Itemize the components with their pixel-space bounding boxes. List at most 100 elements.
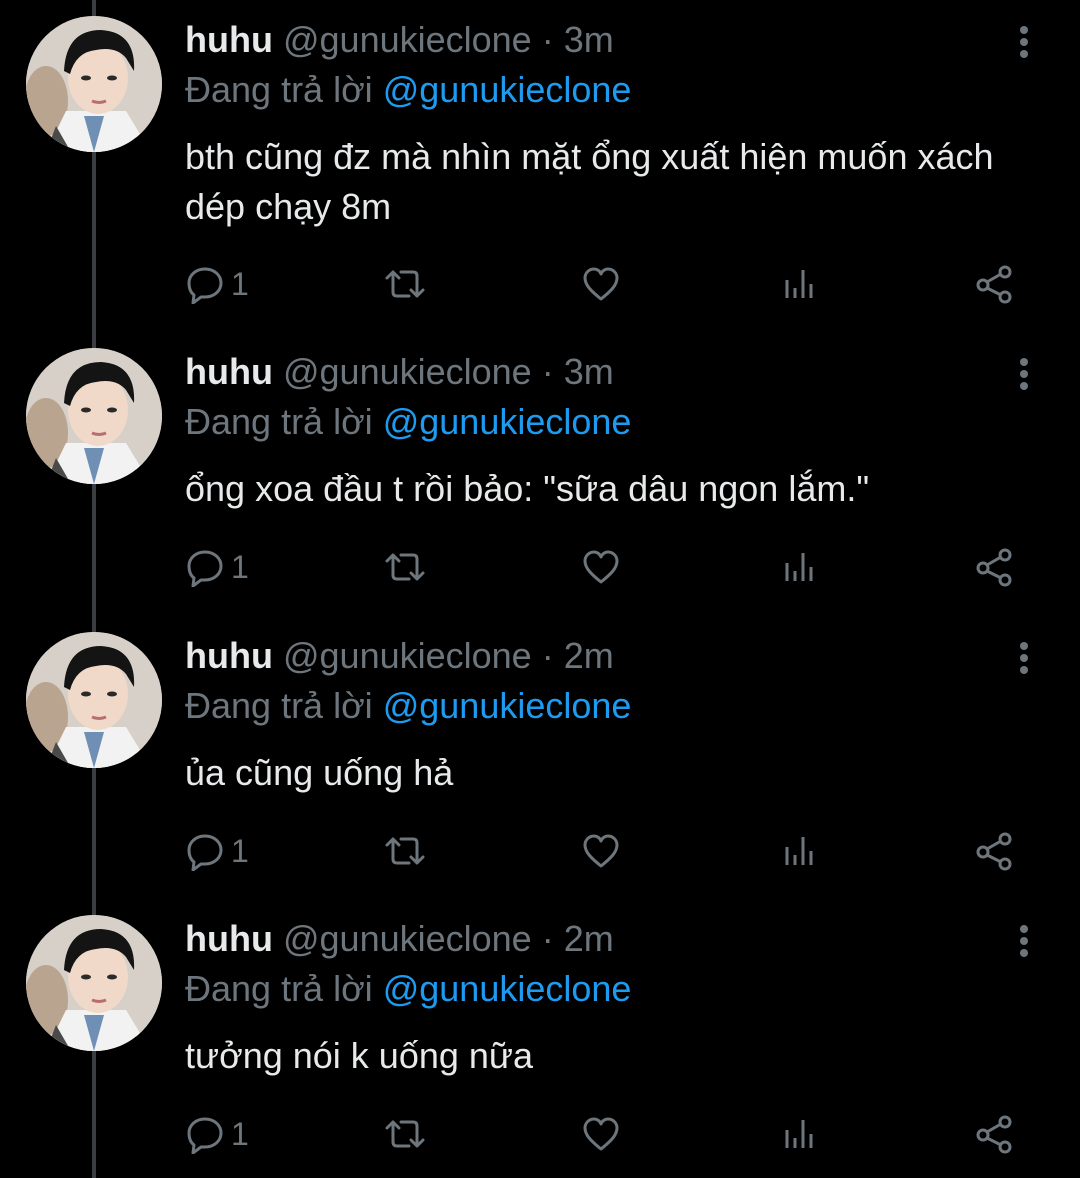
tweet-text: ổng xoa đầu t rồi bảo: "sữa dâu ngon lắm… bbox=[185, 468, 870, 509]
reply-button[interactable]: 1 bbox=[185, 829, 249, 873]
separator-dot: · bbox=[541, 351, 554, 392]
avatar-image bbox=[26, 348, 162, 484]
more-options-icon bbox=[1020, 642, 1028, 674]
avatar-image bbox=[26, 16, 162, 152]
timestamp[interactable]: 3m bbox=[564, 351, 614, 392]
replying-to-label: Đang trả lời bbox=[185, 968, 373, 1009]
replying-to: Đang trả lời @gunukieclone bbox=[185, 68, 631, 112]
tweet-header: huhu @gunukieclone · 2m bbox=[185, 634, 614, 678]
reply-count: 1 bbox=[231, 833, 249, 869]
tweet-header: huhu @gunukieclone · 2m bbox=[185, 917, 614, 961]
more-options-icon bbox=[1020, 358, 1028, 390]
tweet-text: ủa cũng uống hả bbox=[185, 752, 454, 793]
analytics-icon bbox=[785, 270, 813, 298]
user-handle[interactable]: @gunukieclone bbox=[283, 19, 532, 60]
analytics-button[interactable] bbox=[779, 545, 819, 589]
reply-button[interactable]: 1 bbox=[185, 262, 249, 306]
like-button[interactable] bbox=[581, 1112, 621, 1156]
more-options-icon bbox=[1020, 26, 1028, 58]
replying-to-label: Đang trả lời bbox=[185, 69, 373, 110]
replying-to-mention[interactable]: @gunukieclone bbox=[383, 401, 632, 442]
timestamp[interactable]: 2m bbox=[564, 918, 614, 959]
separator-dot: · bbox=[541, 19, 554, 60]
user-handle[interactable]: @gunukieclone bbox=[283, 635, 532, 676]
share-icon bbox=[976, 832, 1012, 871]
tweet-actions: 1 bbox=[185, 262, 1025, 306]
retweet-button[interactable] bbox=[383, 829, 427, 873]
reply-count: 1 bbox=[231, 266, 249, 302]
like-icon bbox=[583, 550, 619, 584]
tweet-header: huhu @gunukieclone · 3m bbox=[185, 18, 614, 62]
reply-icon bbox=[187, 550, 223, 587]
like-icon bbox=[583, 1117, 619, 1151]
more-options-button[interactable] bbox=[1008, 921, 1040, 961]
more-options-button[interactable] bbox=[1008, 354, 1040, 394]
analytics-button[interactable] bbox=[779, 829, 819, 873]
more-options-icon bbox=[1020, 925, 1028, 957]
like-icon bbox=[583, 834, 619, 868]
replying-to-mention[interactable]: @gunukieclone bbox=[383, 968, 632, 1009]
more-options-button[interactable] bbox=[1008, 22, 1040, 62]
avatar-image bbox=[26, 632, 162, 768]
analytics-button[interactable] bbox=[779, 1112, 819, 1156]
tweet-header: huhu @gunukieclone · 3m bbox=[185, 350, 614, 394]
tweet-actions: 1 bbox=[185, 829, 1025, 873]
timestamp[interactable]: 3m bbox=[564, 19, 614, 60]
replying-to: Đang trả lời @gunukieclone bbox=[185, 684, 631, 728]
replying-to-mention[interactable]: @gunukieclone bbox=[383, 685, 632, 726]
reply-icon bbox=[187, 834, 223, 871]
like-button[interactable] bbox=[581, 829, 621, 873]
tweet-text: bth cũng đz mà nhìn mặt ổng xuất hiện mu… bbox=[185, 136, 994, 227]
tweet-actions: 1 bbox=[185, 545, 1025, 589]
avatar-image bbox=[26, 915, 162, 1051]
display-name[interactable]: huhu bbox=[185, 19, 273, 60]
replying-to-label: Đang trả lời bbox=[185, 401, 373, 442]
avatar[interactable] bbox=[26, 16, 162, 152]
tweet-text: tưởng nói k uống nữa bbox=[185, 1035, 534, 1076]
like-button[interactable] bbox=[581, 262, 621, 306]
like-icon bbox=[583, 267, 619, 301]
user-handle[interactable]: @gunukieclone bbox=[283, 918, 532, 959]
replying-to: Đang trả lời @gunukieclone bbox=[185, 400, 631, 444]
retweet-button[interactable] bbox=[383, 1112, 427, 1156]
analytics-icon bbox=[785, 837, 813, 865]
retweet-button[interactable] bbox=[383, 262, 427, 306]
share-button[interactable] bbox=[973, 545, 1017, 589]
avatar[interactable] bbox=[26, 915, 162, 1051]
reply-count: 1 bbox=[231, 549, 249, 585]
reply-icon bbox=[187, 267, 223, 304]
tweet-actions: 1 bbox=[185, 1112, 1025, 1156]
reply-count: 1 bbox=[231, 1116, 249, 1152]
avatar[interactable] bbox=[26, 348, 162, 484]
retweet-icon bbox=[385, 837, 425, 865]
replying-to-label: Đang trả lời bbox=[185, 685, 373, 726]
like-button[interactable] bbox=[581, 545, 621, 589]
share-icon bbox=[976, 548, 1012, 587]
separator-dot: · bbox=[541, 918, 554, 959]
share-icon bbox=[976, 1115, 1012, 1154]
reply-button[interactable]: 1 bbox=[185, 1112, 249, 1156]
share-button[interactable] bbox=[973, 1112, 1017, 1156]
retweet-icon bbox=[385, 553, 425, 581]
share-icon bbox=[976, 265, 1012, 304]
analytics-icon bbox=[785, 1120, 813, 1148]
retweet-button[interactable] bbox=[383, 545, 427, 589]
display-name[interactable]: huhu bbox=[185, 351, 273, 392]
avatar[interactable] bbox=[26, 632, 162, 768]
replying-to: Đang trả lời @gunukieclone bbox=[185, 967, 631, 1011]
separator-dot: · bbox=[541, 635, 554, 676]
replying-to-mention[interactable]: @gunukieclone bbox=[383, 69, 632, 110]
user-handle[interactable]: @gunukieclone bbox=[283, 351, 532, 392]
analytics-button[interactable] bbox=[779, 262, 819, 306]
analytics-icon bbox=[785, 553, 813, 581]
reply-icon bbox=[187, 1117, 223, 1154]
display-name[interactable]: huhu bbox=[185, 918, 273, 959]
display-name[interactable]: huhu bbox=[185, 635, 273, 676]
retweet-icon bbox=[385, 270, 425, 298]
share-button[interactable] bbox=[973, 262, 1017, 306]
share-button[interactable] bbox=[973, 829, 1017, 873]
reply-button[interactable]: 1 bbox=[185, 545, 249, 589]
more-options-button[interactable] bbox=[1008, 638, 1040, 678]
timestamp[interactable]: 2m bbox=[564, 635, 614, 676]
retweet-icon bbox=[385, 1120, 425, 1148]
